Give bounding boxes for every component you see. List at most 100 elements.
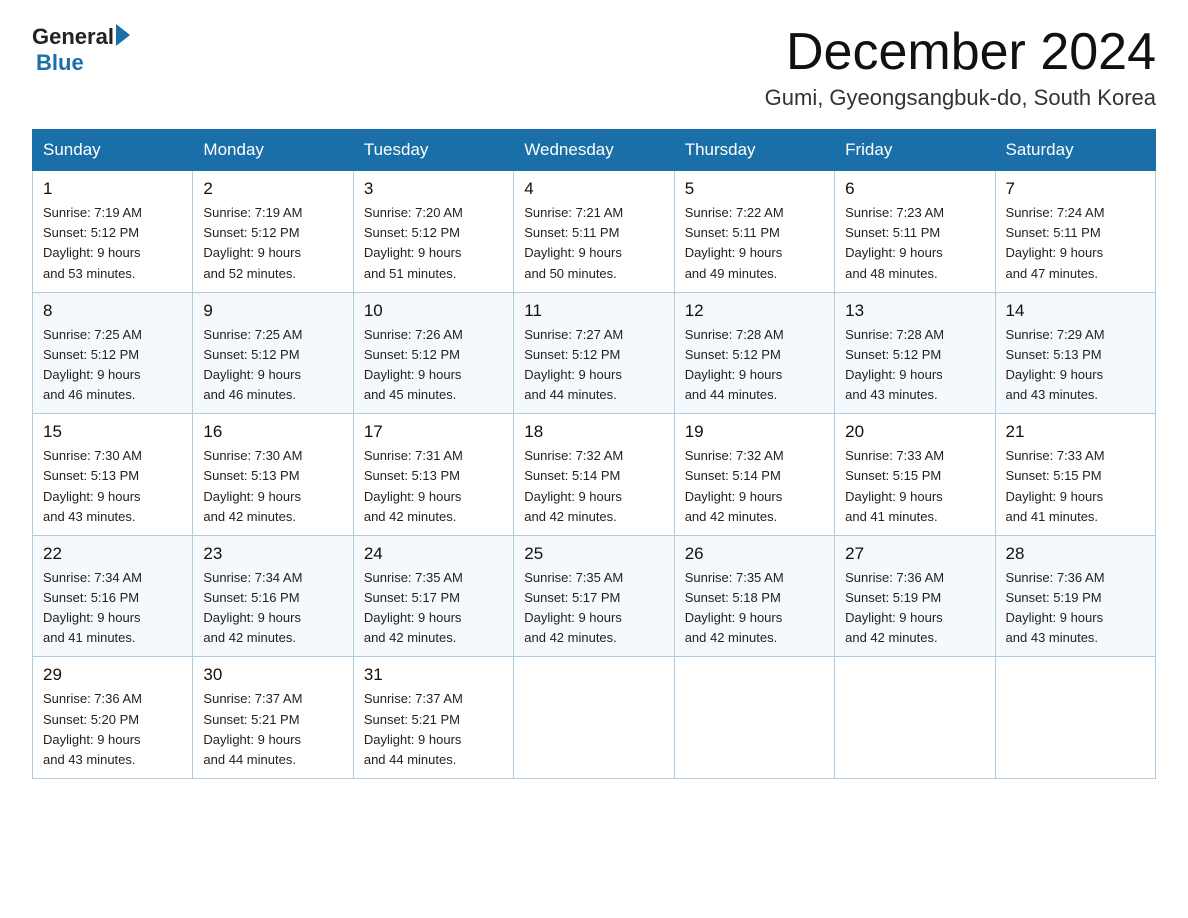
table-row: 3 Sunrise: 7:20 AMSunset: 5:12 PMDayligh… [353,171,513,293]
table-row: 4 Sunrise: 7:21 AMSunset: 5:11 PMDayligh… [514,171,674,293]
table-row: 21 Sunrise: 7:33 AMSunset: 5:15 PMDaylig… [995,414,1155,536]
day-number: 6 [845,179,984,199]
table-row: 8 Sunrise: 7:25 AMSunset: 5:12 PMDayligh… [33,292,193,414]
day-number: 13 [845,301,984,321]
day-number: 9 [203,301,342,321]
day-info: Sunrise: 7:37 AMSunset: 5:21 PMDaylight:… [364,691,463,766]
logo: General Blue [32,24,130,76]
col-sunday: Sunday [33,130,193,171]
day-info: Sunrise: 7:33 AMSunset: 5:15 PMDaylight:… [1006,448,1105,523]
day-info: Sunrise: 7:25 AMSunset: 5:12 PMDaylight:… [43,327,142,402]
table-row: 22 Sunrise: 7:34 AMSunset: 5:16 PMDaylig… [33,535,193,657]
table-row: 13 Sunrise: 7:28 AMSunset: 5:12 PMDaylig… [835,292,995,414]
day-number: 5 [685,179,824,199]
day-number: 11 [524,301,663,321]
table-row: 5 Sunrise: 7:22 AMSunset: 5:11 PMDayligh… [674,171,834,293]
day-info: Sunrise: 7:32 AMSunset: 5:14 PMDaylight:… [524,448,623,523]
logo-text-blue: Blue [36,50,84,76]
day-info: Sunrise: 7:36 AMSunset: 5:20 PMDaylight:… [43,691,142,766]
day-number: 18 [524,422,663,442]
table-row: 15 Sunrise: 7:30 AMSunset: 5:13 PMDaylig… [33,414,193,536]
logo-arrow-icon [116,24,130,46]
table-row [674,657,834,779]
table-row: 26 Sunrise: 7:35 AMSunset: 5:18 PMDaylig… [674,535,834,657]
day-number: 4 [524,179,663,199]
calendar-week-row: 15 Sunrise: 7:30 AMSunset: 5:13 PMDaylig… [33,414,1156,536]
table-row: 2 Sunrise: 7:19 AMSunset: 5:12 PMDayligh… [193,171,353,293]
table-row [835,657,995,779]
table-row: 1 Sunrise: 7:19 AMSunset: 5:12 PMDayligh… [33,171,193,293]
day-number: 23 [203,544,342,564]
day-number: 3 [364,179,503,199]
day-info: Sunrise: 7:36 AMSunset: 5:19 PMDaylight:… [845,570,944,645]
day-info: Sunrise: 7:23 AMSunset: 5:11 PMDaylight:… [845,205,944,280]
day-number: 16 [203,422,342,442]
table-row: 25 Sunrise: 7:35 AMSunset: 5:17 PMDaylig… [514,535,674,657]
calendar-week-row: 1 Sunrise: 7:19 AMSunset: 5:12 PMDayligh… [33,171,1156,293]
day-number: 29 [43,665,182,685]
logo-text-general: General [32,24,114,50]
day-number: 17 [364,422,503,442]
day-info: Sunrise: 7:35 AMSunset: 5:18 PMDaylight:… [685,570,784,645]
calendar-week-row: 8 Sunrise: 7:25 AMSunset: 5:12 PMDayligh… [33,292,1156,414]
table-row: 9 Sunrise: 7:25 AMSunset: 5:12 PMDayligh… [193,292,353,414]
day-info: Sunrise: 7:34 AMSunset: 5:16 PMDaylight:… [203,570,302,645]
table-row: 28 Sunrise: 7:36 AMSunset: 5:19 PMDaylig… [995,535,1155,657]
col-tuesday: Tuesday [353,130,513,171]
col-monday: Monday [193,130,353,171]
day-number: 8 [43,301,182,321]
day-number: 22 [43,544,182,564]
table-row: 14 Sunrise: 7:29 AMSunset: 5:13 PMDaylig… [995,292,1155,414]
day-info: Sunrise: 7:30 AMSunset: 5:13 PMDaylight:… [43,448,142,523]
table-row: 30 Sunrise: 7:37 AMSunset: 5:21 PMDaylig… [193,657,353,779]
day-info: Sunrise: 7:21 AMSunset: 5:11 PMDaylight:… [524,205,623,280]
day-number: 20 [845,422,984,442]
day-number: 21 [1006,422,1145,442]
day-info: Sunrise: 7:20 AMSunset: 5:12 PMDaylight:… [364,205,463,280]
day-number: 26 [685,544,824,564]
day-number: 10 [364,301,503,321]
col-wednesday: Wednesday [514,130,674,171]
day-info: Sunrise: 7:19 AMSunset: 5:12 PMDaylight:… [43,205,142,280]
day-info: Sunrise: 7:28 AMSunset: 5:12 PMDaylight:… [845,327,944,402]
day-number: 12 [685,301,824,321]
day-info: Sunrise: 7:28 AMSunset: 5:12 PMDaylight:… [685,327,784,402]
day-number: 2 [203,179,342,199]
calendar-header-row: Sunday Monday Tuesday Wednesday Thursday… [33,130,1156,171]
day-number: 28 [1006,544,1145,564]
day-info: Sunrise: 7:36 AMSunset: 5:19 PMDaylight:… [1006,570,1105,645]
calendar-subtitle: Gumi, Gyeongsangbuk-do, South Korea [765,85,1156,111]
table-row: 10 Sunrise: 7:26 AMSunset: 5:12 PMDaylig… [353,292,513,414]
day-number: 30 [203,665,342,685]
day-info: Sunrise: 7:25 AMSunset: 5:12 PMDaylight:… [203,327,302,402]
table-row: 11 Sunrise: 7:27 AMSunset: 5:12 PMDaylig… [514,292,674,414]
calendar-week-row: 22 Sunrise: 7:34 AMSunset: 5:16 PMDaylig… [33,535,1156,657]
calendar-title: December 2024 [765,24,1156,81]
day-info: Sunrise: 7:19 AMSunset: 5:12 PMDaylight:… [203,205,302,280]
day-number: 1 [43,179,182,199]
day-info: Sunrise: 7:24 AMSunset: 5:11 PMDaylight:… [1006,205,1105,280]
col-friday: Friday [835,130,995,171]
table-row: 31 Sunrise: 7:37 AMSunset: 5:21 PMDaylig… [353,657,513,779]
table-row: 29 Sunrise: 7:36 AMSunset: 5:20 PMDaylig… [33,657,193,779]
day-number: 25 [524,544,663,564]
day-info: Sunrise: 7:31 AMSunset: 5:13 PMDaylight:… [364,448,463,523]
calendar-table: Sunday Monday Tuesday Wednesday Thursday… [32,129,1156,779]
table-row: 24 Sunrise: 7:35 AMSunset: 5:17 PMDaylig… [353,535,513,657]
day-number: 27 [845,544,984,564]
day-info: Sunrise: 7:26 AMSunset: 5:12 PMDaylight:… [364,327,463,402]
day-info: Sunrise: 7:34 AMSunset: 5:16 PMDaylight:… [43,570,142,645]
day-number: 7 [1006,179,1145,199]
table-row: 19 Sunrise: 7:32 AMSunset: 5:14 PMDaylig… [674,414,834,536]
day-number: 19 [685,422,824,442]
day-info: Sunrise: 7:32 AMSunset: 5:14 PMDaylight:… [685,448,784,523]
day-number: 14 [1006,301,1145,321]
day-info: Sunrise: 7:35 AMSunset: 5:17 PMDaylight:… [524,570,623,645]
day-number: 15 [43,422,182,442]
table-row [995,657,1155,779]
table-row: 7 Sunrise: 7:24 AMSunset: 5:11 PMDayligh… [995,171,1155,293]
table-row: 12 Sunrise: 7:28 AMSunset: 5:12 PMDaylig… [674,292,834,414]
day-info: Sunrise: 7:29 AMSunset: 5:13 PMDaylight:… [1006,327,1105,402]
table-row: 20 Sunrise: 7:33 AMSunset: 5:15 PMDaylig… [835,414,995,536]
day-info: Sunrise: 7:27 AMSunset: 5:12 PMDaylight:… [524,327,623,402]
